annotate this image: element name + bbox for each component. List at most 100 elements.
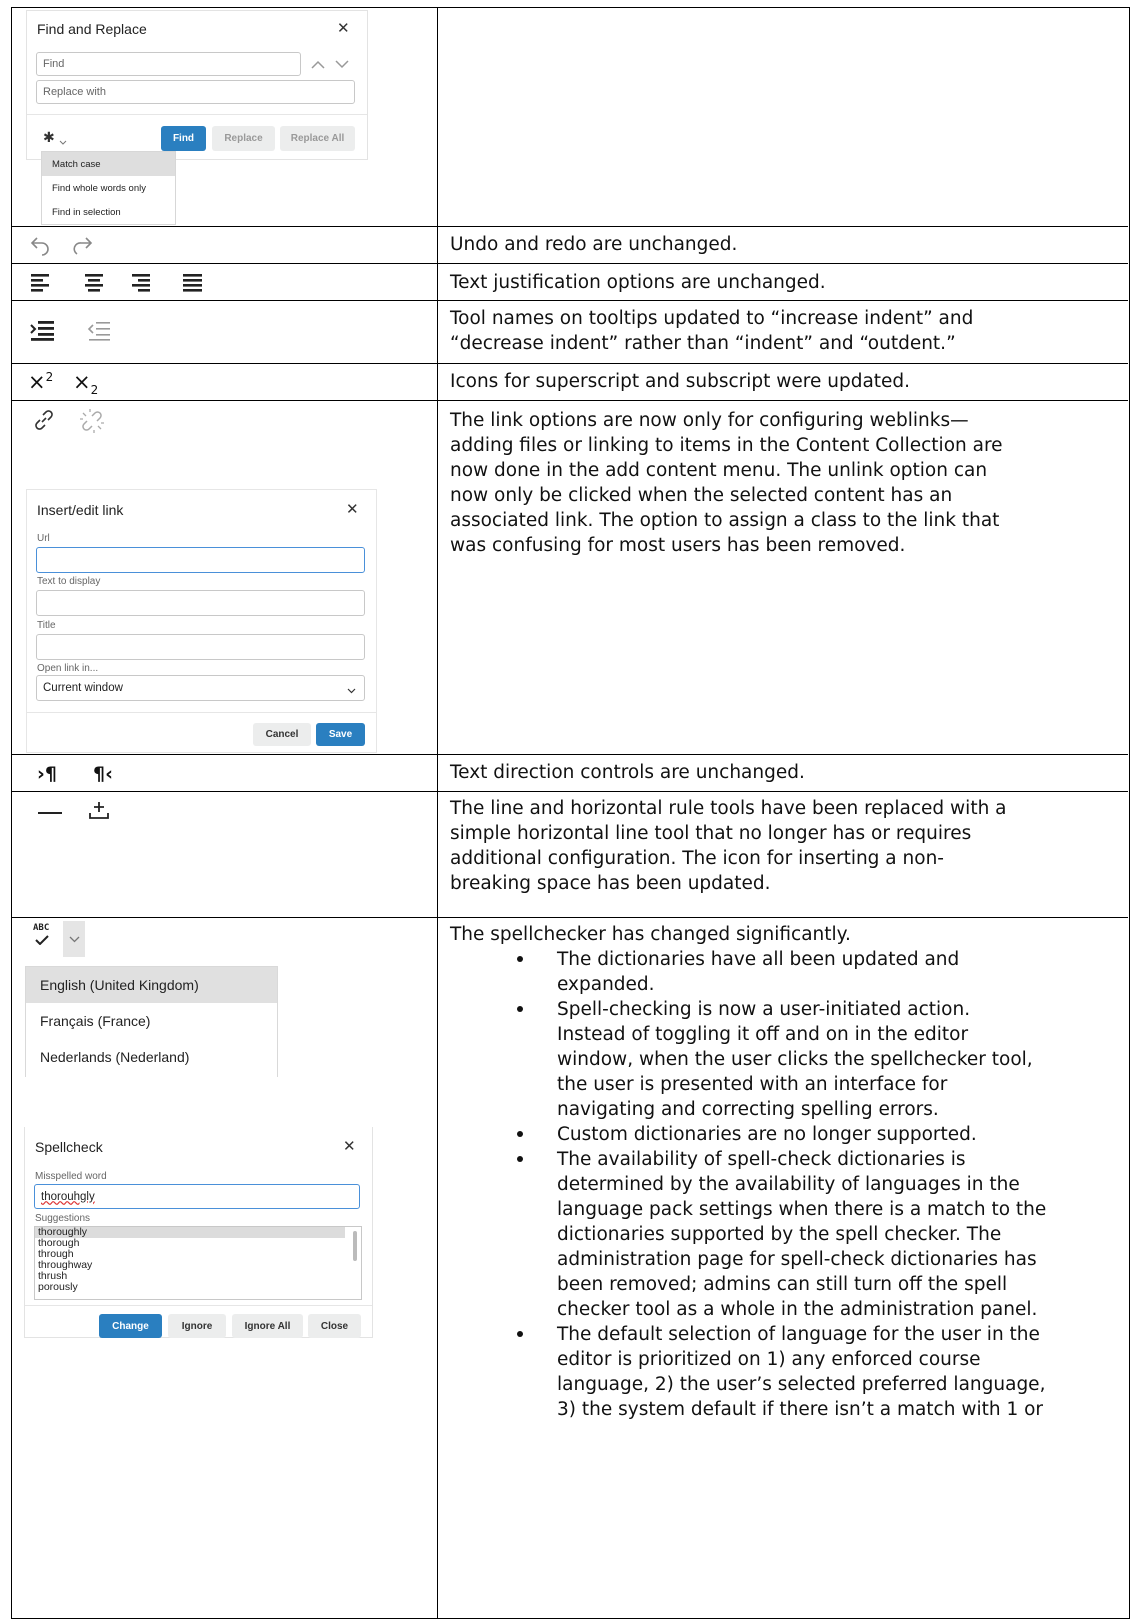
links-description-line3: now done in the add content menu. The un…	[450, 460, 988, 481]
link-icon[interactable]	[31, 407, 57, 438]
indent-description-line1: Tool names on tooltips updated to “incre…	[450, 308, 974, 329]
close-button[interactable]: Close	[308, 1314, 361, 1338]
misspelled-label: Misspelled word	[35, 1171, 107, 1182]
open-link-select[interactable]: Current window	[36, 675, 365, 701]
language-option-dutch[interactable]: Nederlands (Nederland)	[26, 1039, 277, 1075]
hr-description-line2: simple horizontal line tool that no long…	[450, 823, 972, 844]
align-justify-icon[interactable]	[182, 272, 204, 297]
spell-bullet-2-line3: window, when the user clicks the spellch…	[557, 1049, 1033, 1070]
open-link-label: Open link in...	[37, 663, 99, 674]
language-option-english[interactable]: English (United Kingdom)	[26, 967, 277, 1003]
row-divider	[11, 791, 1128, 792]
decrease-indent-icon[interactable]	[87, 318, 113, 347]
align-center-icon[interactable]	[84, 272, 106, 297]
subscript-icon[interactable]: ×2	[73, 370, 98, 397]
spell-bullet-5-line4: 3) the system default if there isn’t a m…	[557, 1399, 1044, 1420]
url-label: Url	[37, 533, 50, 544]
spell-intro: The spellchecker has changed significant…	[450, 924, 851, 945]
close-icon[interactable]: ✕	[346, 500, 359, 518]
horizontal-line-icon[interactable]	[38, 812, 62, 814]
save-button[interactable]: Save	[316, 723, 365, 746]
undo-icon[interactable]	[29, 234, 51, 261]
row-divider	[11, 400, 1128, 401]
spell-bullet-4-line5: administration page for spell-check dict…	[557, 1249, 1037, 1270]
indent-description-line2: “decrease indent” rather than “indent” a…	[450, 333, 956, 354]
list-item[interactable]: thoroughly	[35, 1227, 345, 1238]
links-description-line6: was confusing for most users has been re…	[450, 535, 906, 556]
nonbreaking-space-icon[interactable]	[87, 799, 111, 826]
spellcheck-icon[interactable]: ABC	[31, 921, 59, 951]
menu-item-whole-words[interactable]: Find whole words only	[42, 176, 175, 200]
list-item[interactable]: throughway	[35, 1260, 361, 1271]
chevron-up-icon[interactable]	[307, 52, 328, 76]
spell-bullet-4-line3: language pack settings when there is a m…	[557, 1199, 1047, 1220]
find-replace-title: Find and Replace	[37, 21, 147, 37]
misspelled-value: thorouhgly	[41, 1190, 95, 1203]
language-option-french[interactable]: Français (France)	[26, 1003, 277, 1039]
row-divider	[11, 363, 1128, 364]
align-left-icon[interactable]	[30, 272, 52, 297]
undo-redo-description: Undo and redo are unchanged.	[450, 234, 738, 255]
spellcheck-dropdown-button[interactable]	[63, 921, 85, 957]
gear-icon[interactable]: ✱	[43, 129, 55, 146]
chevron-down-icon	[347, 685, 356, 697]
redo-icon[interactable]	[72, 234, 94, 261]
replace-all-button[interactable]: Replace All	[280, 126, 355, 151]
ltr-direction-icon[interactable]: ›¶	[37, 763, 57, 785]
menu-item-match-case[interactable]: Match case	[42, 152, 175, 176]
links-description-line5: associated link. The option to assign a …	[450, 510, 1000, 531]
scrollbar[interactable]	[353, 1231, 357, 1261]
divider	[27, 712, 376, 713]
spell-bullet-2-line4: the user is presented with an interface …	[557, 1074, 948, 1095]
spell-bullet-2-line5: navigating and correcting spelling error…	[557, 1099, 939, 1120]
bullet	[517, 1156, 523, 1162]
misspelled-input[interactable]: thorouhgly	[34, 1184, 360, 1209]
hr-description-line1: The line and horizontal rule tools have …	[450, 798, 1007, 819]
suggestions-label: Suggestions	[35, 1213, 91, 1224]
direction-description: Text direction controls are unchanged.	[450, 762, 805, 783]
close-icon[interactable]: ✕	[343, 1137, 356, 1155]
bullet	[517, 956, 523, 962]
link-dialog-title: Insert/edit link	[37, 502, 124, 518]
spell-bullet-4-line4: dictionaries supported by the spell chec…	[557, 1224, 1002, 1245]
spell-bullet-1-line1: The dictionaries have all been updated a…	[557, 949, 960, 970]
row-divider	[11, 263, 1128, 264]
chevron-down-icon[interactable]	[331, 52, 352, 76]
divider	[27, 114, 367, 115]
ignore-all-button[interactable]: Ignore All	[232, 1314, 303, 1338]
spell-bullet-4-line2: determined by the availability of langua…	[557, 1174, 1020, 1195]
table-column-divider	[437, 7, 438, 1619]
ignore-button[interactable]: Ignore	[168, 1314, 226, 1338]
links-description-line1: The link options are now only for config…	[450, 410, 969, 431]
text-to-display-input[interactable]	[36, 590, 365, 616]
suggestions-list[interactable]: thoroughly thorough through throughway t…	[34, 1226, 362, 1300]
close-icon[interactable]: ✕	[337, 19, 350, 37]
spell-bullet-5-line2: editor is prioritized on 1) any enforced…	[557, 1349, 981, 1370]
chevron-down-icon[interactable]	[59, 133, 67, 151]
find-replace-dialog: Find and Replace ✕ Find Replace with ✱ F…	[26, 10, 368, 160]
title-input[interactable]	[36, 634, 365, 660]
bullet	[517, 1131, 523, 1137]
align-right-icon[interactable]	[130, 272, 152, 297]
find-input[interactable]: Find	[36, 52, 301, 76]
row-divider	[11, 226, 1128, 227]
spell-bullet-2-line2: Instead of toggling it off and on in the…	[557, 1024, 969, 1045]
replace-input[interactable]: Replace with	[36, 80, 355, 104]
spell-bullet-5-line1: The default selection of language for th…	[557, 1324, 1040, 1345]
list-item[interactable]: porously	[35, 1282, 361, 1293]
hr-description-line3: additional configuration. The icon for i…	[450, 848, 944, 869]
cancel-button[interactable]: Cancel	[253, 723, 311, 746]
superscript-icon[interactable]: ×2	[28, 370, 53, 394]
language-menu: English (United Kingdom) Français (Franc…	[25, 966, 278, 1077]
increase-indent-icon[interactable]	[30, 318, 56, 347]
links-description-line2: adding files or linking to items in the …	[450, 435, 1003, 456]
find-button[interactable]: Find	[161, 126, 206, 151]
rtl-direction-icon[interactable]: ¶‹	[93, 763, 113, 785]
list-item[interactable]: thorough	[35, 1238, 361, 1249]
list-item[interactable]: thrush	[35, 1271, 361, 1282]
menu-item-find-in-selection[interactable]: Find in selection	[42, 200, 175, 224]
replace-button[interactable]: Replace	[212, 126, 275, 151]
change-button[interactable]: Change	[99, 1314, 162, 1338]
unlink-icon[interactable]	[78, 407, 106, 440]
url-input[interactable]	[36, 547, 365, 573]
